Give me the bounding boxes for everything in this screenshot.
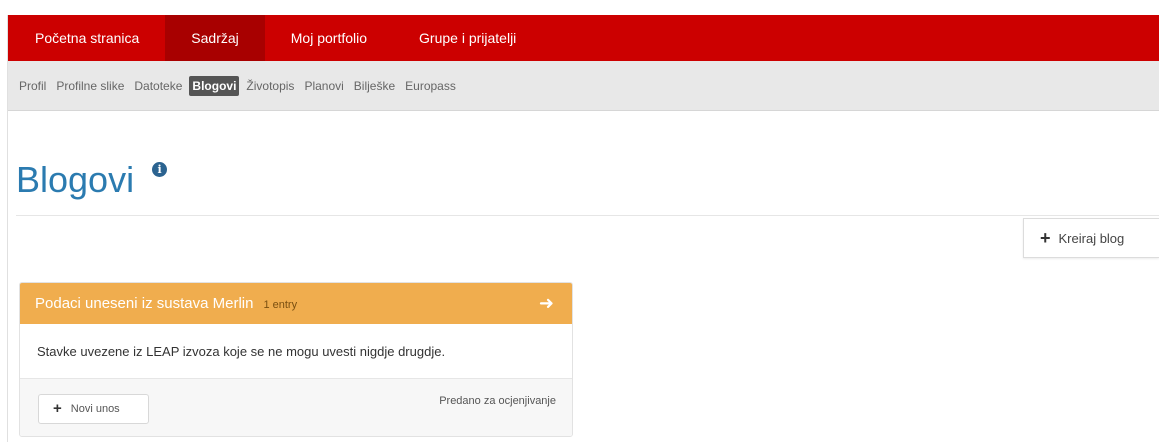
create-blog-button[interactable]: + Kreiraj blog (1023, 218, 1159, 258)
blog-card-header[interactable]: Podaci uneseni iz sustava Merlin 1 entry… (20, 283, 572, 324)
subnav-item-europass[interactable]: Europass (402, 76, 459, 96)
create-blog-label: Kreiraj blog (1058, 230, 1125, 246)
page-title: Blogovi (16, 159, 135, 200)
blog-card: Podaci uneseni iz sustava Merlin 1 entry… (19, 282, 573, 437)
nav-item-pocetna[interactable]: Početna stranica (8, 15, 165, 61)
plus-icon: + (53, 400, 62, 417)
subnav-item-datoteke[interactable]: Datoteke (131, 76, 185, 96)
nav-item-portfolio[interactable]: Moj portfolio (265, 15, 393, 61)
subnav-item-profilne-slike[interactable]: Profilne slike (53, 76, 127, 96)
blog-title[interactable]: Podaci uneseni iz sustava Merlin (35, 295, 253, 312)
page-heading: Blogovi i (16, 158, 168, 202)
subnav-item-blogovi[interactable]: Blogovi (189, 75, 240, 96)
new-entry-label: Novi unos (70, 403, 120, 415)
subnav-item-zivotopis[interactable]: Životopis (243, 76, 297, 96)
heading-divider (16, 215, 1159, 216)
submission-status: Predano za ocjenjivanje (439, 395, 556, 407)
entry-count-badge: 1 entry (263, 298, 298, 311)
sub-navigation: Profil Profilne slike Datoteke Blogovi Ž… (8, 61, 1159, 111)
main-navigation: Početna stranica Sadržaj Moj portfolio G… (8, 15, 1159, 61)
subnav-item-profil[interactable]: Profil (16, 76, 49, 96)
info-icon[interactable]: i (152, 162, 168, 177)
new-entry-button[interactable]: + Novi unos (38, 394, 149, 424)
blog-card-footer: + Novi unos Predano za ocjenjivanje (20, 379, 572, 436)
nav-item-grupe[interactable]: Grupe i prijatelji (393, 15, 542, 61)
subnav-item-biljeske[interactable]: Bilješke (351, 76, 398, 96)
arrow-right-icon[interactable]: ➜ (539, 293, 554, 314)
plus-icon: + (1040, 228, 1051, 248)
nav-item-sadrzaj[interactable]: Sadržaj (165, 15, 265, 61)
blog-description: Stavke uvezene iz LEAP izvoza koje se ne… (20, 324, 572, 379)
page: Početna stranica Sadržaj Moj portfolio G… (0, 0, 1159, 442)
subnav-item-planovi[interactable]: Planovi (301, 76, 346, 96)
